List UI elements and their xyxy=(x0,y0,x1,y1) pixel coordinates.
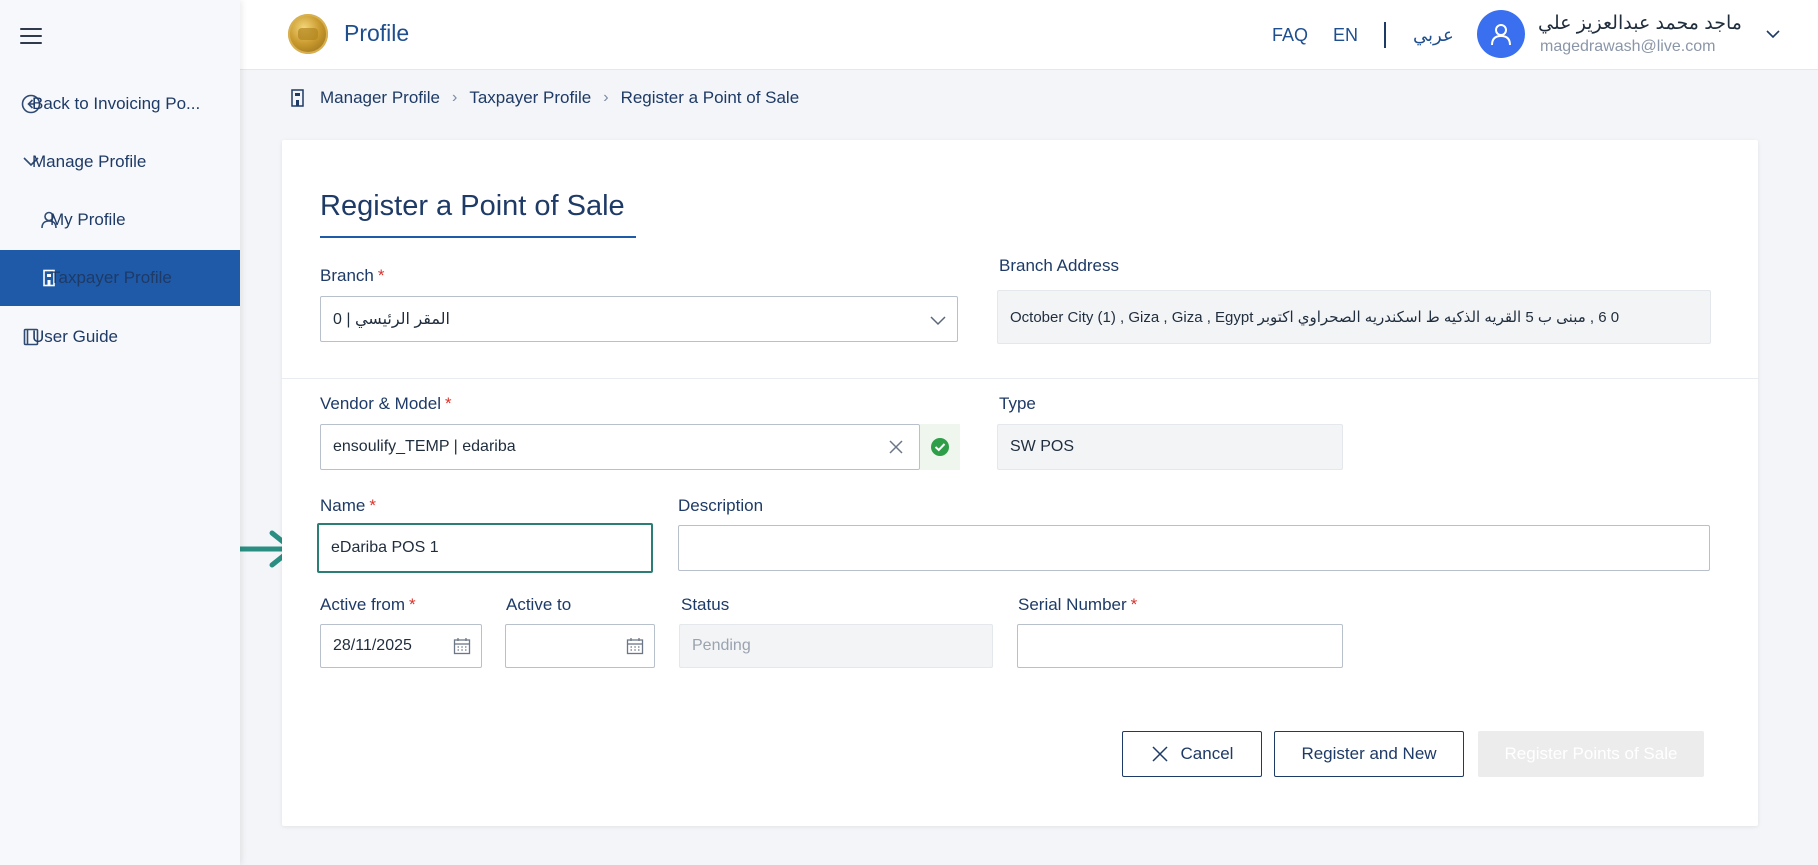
breadcrumb: Manager Profile › Taxpayer Profile › Reg… xyxy=(290,86,799,110)
branch-address-label: Branch Address xyxy=(999,256,1120,275)
branch-label-text: Branch xyxy=(320,266,374,285)
register-and-new-label: Register and New xyxy=(1301,744,1437,763)
cancel-button[interactable]: Cancel xyxy=(1122,731,1262,777)
sidebar: Back to Invoicing Po... Manage Profile M… xyxy=(0,0,240,865)
clear-icon[interactable] xyxy=(887,438,905,461)
top-bar: Profile FAQ EN عربي ماجد محمد عبدالعزيز … xyxy=(240,0,1818,70)
user-email: magedrawash@live.com xyxy=(1540,38,1716,55)
status-label: Status xyxy=(681,595,730,614)
required-mark: * xyxy=(369,496,376,515)
app-logo xyxy=(288,14,328,54)
register-pos-label: Register Points of Sale xyxy=(1504,744,1678,763)
validation-check-icon xyxy=(920,424,960,470)
user-avatar-icon xyxy=(1491,24,1511,46)
user-name: ماجد محمد عبدالعزيز علي xyxy=(1538,13,1742,34)
breadcrumb-chevron-icon: › xyxy=(452,89,458,106)
type-field: SW POS xyxy=(997,424,1343,470)
faq-link[interactable]: FAQ xyxy=(1272,25,1308,46)
language-en-link[interactable]: EN xyxy=(1333,25,1358,46)
description-label: Description xyxy=(678,496,764,515)
active-to-label: Active to xyxy=(506,595,572,614)
app-title: Profile xyxy=(344,20,410,46)
register-and-new-button[interactable]: Register and New xyxy=(1274,731,1464,777)
cancel-label: Cancel xyxy=(1180,744,1234,763)
name-value: eDariba POS 1 xyxy=(331,539,439,556)
breadcrumb-taxpayer-profile[interactable]: Taxpayer Profile xyxy=(469,88,591,108)
page-title: Register a Point of Sale xyxy=(320,190,625,222)
branch-label: Branch * xyxy=(320,266,385,286)
status-value: Pending xyxy=(692,637,751,654)
name-label: Name * xyxy=(320,496,376,516)
type-label: Type xyxy=(999,394,1036,413)
close-icon xyxy=(1151,745,1169,763)
hamburger-menu-icon[interactable] xyxy=(20,28,42,44)
sidebar-item-user-guide[interactable]: User Guide xyxy=(0,309,240,365)
vendor-model-input[interactable]: ensoulify_TEMP | edariba xyxy=(320,424,920,470)
calendar-icon[interactable] xyxy=(453,637,471,660)
branch-address-value: 0 6 , مبنى ب 5 القريه الذكيه ط اسكندريه … xyxy=(1010,309,1620,326)
required-mark: * xyxy=(444,394,452,413)
sidebar-item-taxpayer-profile[interactable]: Taxpayer Profile xyxy=(0,250,240,306)
chevron-down-icon xyxy=(929,311,947,334)
active-from-value: 28/11/2025 xyxy=(333,637,412,654)
active-from-label-text: Active from xyxy=(320,595,406,614)
breadcrumb-chevron-icon: › xyxy=(603,89,609,106)
active-from-label: Active from * xyxy=(320,595,416,615)
serial-number-label: Serial Number * xyxy=(1018,595,1137,615)
serial-number-input[interactable] xyxy=(1017,624,1343,668)
active-to-input[interactable] xyxy=(505,624,655,668)
register-pos-button[interactable]: Register Points of Sale xyxy=(1478,731,1704,777)
active-from-input[interactable]: 28/11/2025 xyxy=(320,624,482,668)
sidebar-item-label: Back to Invoicing Po... xyxy=(32,94,201,113)
vendor-model-label: Vendor & Model * xyxy=(320,394,452,414)
sidebar-item-my-profile[interactable]: My Profile xyxy=(0,192,240,248)
sidebar-item-label: User Guide xyxy=(32,327,118,346)
type-value: SW POS xyxy=(1010,438,1075,455)
language-ar-link[interactable]: عربي xyxy=(1413,25,1454,46)
section-divider xyxy=(282,378,1758,379)
sidebar-item-label: My Profile xyxy=(50,210,126,229)
title-underline xyxy=(320,236,636,238)
sidebar-item-back-to-invoicing[interactable]: Back to Invoicing Po... xyxy=(0,76,240,132)
vendor-model-label-text: Vendor & Model xyxy=(320,394,441,413)
serial-number-label-text: Serial Number xyxy=(1018,595,1127,614)
user-menu-chevron-icon[interactable] xyxy=(1765,26,1781,47)
breadcrumb-current: Register a Point of Sale xyxy=(620,88,800,107)
sidebar-item-manage-profile[interactable]: Manage Profile xyxy=(0,134,240,190)
required-mark: * xyxy=(377,266,385,285)
register-pos-card: Register a Point of Sale Branch * المقر ا… xyxy=(282,140,1758,826)
required-mark: * xyxy=(1130,595,1138,614)
sidebar-item-label: Taxpayer Profile xyxy=(50,268,172,287)
name-label-text: Name xyxy=(320,496,366,515)
calendar-icon[interactable] xyxy=(626,637,644,660)
branch-select[interactable]: المقر الرئيسي | 0 xyxy=(320,296,958,342)
required-mark: * xyxy=(409,595,416,614)
language-separator xyxy=(1384,22,1386,48)
avatar[interactable] xyxy=(1477,10,1525,58)
vendor-model-value: ensoulify_TEMP | edariba xyxy=(333,438,516,455)
sidebar-item-label: Manage Profile xyxy=(32,152,147,171)
breadcrumb-manager-profile[interactable]: Manager Profile xyxy=(320,88,440,108)
description-input[interactable] xyxy=(678,525,1710,571)
building-icon xyxy=(290,89,306,107)
name-input[interactable]: eDariba POS 1 xyxy=(317,523,653,573)
status-field: Pending xyxy=(679,624,993,668)
branch-address-field: 0 6 , مبنى ب 5 القريه الذكيه ط اسكندريه … xyxy=(997,290,1711,344)
branch-value: المقر الرئيسي | 0 xyxy=(333,311,450,328)
